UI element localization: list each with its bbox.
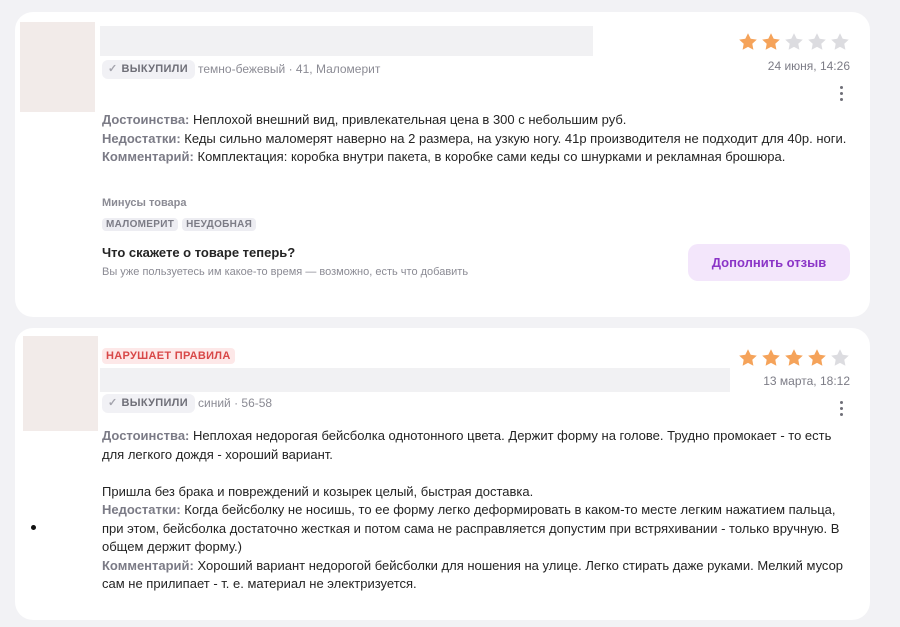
minus-title: Минусы товара [102, 197, 187, 209]
review-cons: Недостатки: Кеды сильно маломерят наверн… [102, 130, 852, 149]
review-card-2: НАРУШАЕТ ПРАВИЛА ✓ ВЫКУПИЛИ синий · 56-5… [15, 328, 870, 620]
check-icon: ✓ [108, 63, 118, 75]
comment-label: Комментарий: [102, 149, 194, 164]
review-pros-extra: Пришла без брака и повреждений и козырек… [102, 483, 534, 499]
review-text: Достоинства: Неплохая недорогая бейсболк… [102, 427, 857, 594]
more-options-icon[interactable] [834, 86, 848, 101]
star-empty-icon [808, 33, 826, 50]
pros-label: Достоинства: [102, 428, 190, 443]
cons-label: Недостатки: [102, 130, 181, 146]
review-card-1: ✓ ВЫКУПИЛИ темно-бежевый · 41, Маломерит… [15, 12, 870, 317]
update-prompt-subtitle: Вы уже пользуетесь им какое-то время — в… [102, 266, 469, 278]
rating-stars [738, 348, 850, 368]
review-comment: Комментарий: Хороший вариант недорогой б… [102, 557, 857, 594]
bought-badge: ✓ ВЫКУПИЛИ [102, 60, 195, 79]
star-filled-icon [785, 349, 803, 366]
bought-badge-label: ВЫКУПИЛИ [121, 397, 188, 409]
check-icon: ✓ [108, 397, 118, 409]
blurred-user-name [100, 26, 593, 56]
cons-label: Недостатки: [102, 502, 181, 517]
star-empty-icon [785, 33, 803, 50]
star-filled-icon [808, 349, 826, 366]
product-variant: синий · 56-58 [198, 396, 273, 410]
star-filled-icon [762, 33, 780, 50]
product-variant: темно-бежевый · 41, Маломерит [198, 62, 381, 76]
pros-text: Неплохой внешний вид, привлекательная це… [193, 112, 627, 127]
comment-text: Хороший вариант недорогой бейсболки для … [102, 557, 844, 592]
avatar [20, 22, 95, 112]
review-pros: Достоинства: Неплохой внешний вид, привл… [102, 111, 852, 130]
blurred-user-name [100, 368, 730, 392]
review-text: Достоинства: Неплохой внешний вид, привл… [102, 111, 852, 167]
add-to-review-button[interactable]: Дополнить отзыв [688, 244, 850, 281]
bought-badge: ✓ ВЫКУПИЛИ [102, 394, 195, 413]
review-cons: Недостатки: Когда бейсболку не носишь, т… [102, 501, 857, 557]
rating-stars [738, 32, 850, 52]
review-date: 24 июня, 14:26 [767, 59, 850, 73]
review-pros: Достоинства: Неплохая недорогая бейсболк… [102, 427, 857, 464]
star-filled-icon [762, 349, 780, 366]
review-date: 13 марта, 18:12 [763, 374, 850, 388]
tag-malomerit: МАЛОМЕРИТ [102, 218, 179, 231]
cons-text: Когда бейсболку не носишь, то ее форму л… [102, 502, 840, 554]
bought-badge-label: ВЫКУПИЛИ [121, 63, 188, 75]
tag-neudobnaya: НЕУДОБНАЯ [182, 218, 257, 231]
cons-text: Кеды сильно маломерят наверно на 2 разме… [184, 130, 847, 146]
star-empty-icon [831, 33, 849, 50]
avatar [23, 336, 98, 431]
more-options-icon[interactable] [834, 401, 848, 416]
comment-label: Комментарий: [102, 557, 194, 573]
star-filled-icon [739, 33, 757, 50]
list-bullet [31, 525, 36, 530]
comment-text: Комплектация: коробка внутри пакета, в к… [197, 149, 786, 164]
minus-tags: МАЛОМЕРИТ НЕУДОБНАЯ [102, 218, 257, 231]
update-prompt-title: Что скажете о товаре теперь? [102, 245, 296, 260]
review-comment: Комментарий: Комплектация: коробка внутр… [102, 148, 852, 167]
star-empty-icon [831, 349, 849, 366]
violation-badge: НАРУШАЕТ ПРАВИЛА [102, 348, 235, 364]
pros-label: Достоинства: [102, 112, 190, 127]
pros-text: Неплохая недорогая бейсболка однотонного… [102, 428, 832, 462]
star-filled-icon [739, 349, 757, 366]
